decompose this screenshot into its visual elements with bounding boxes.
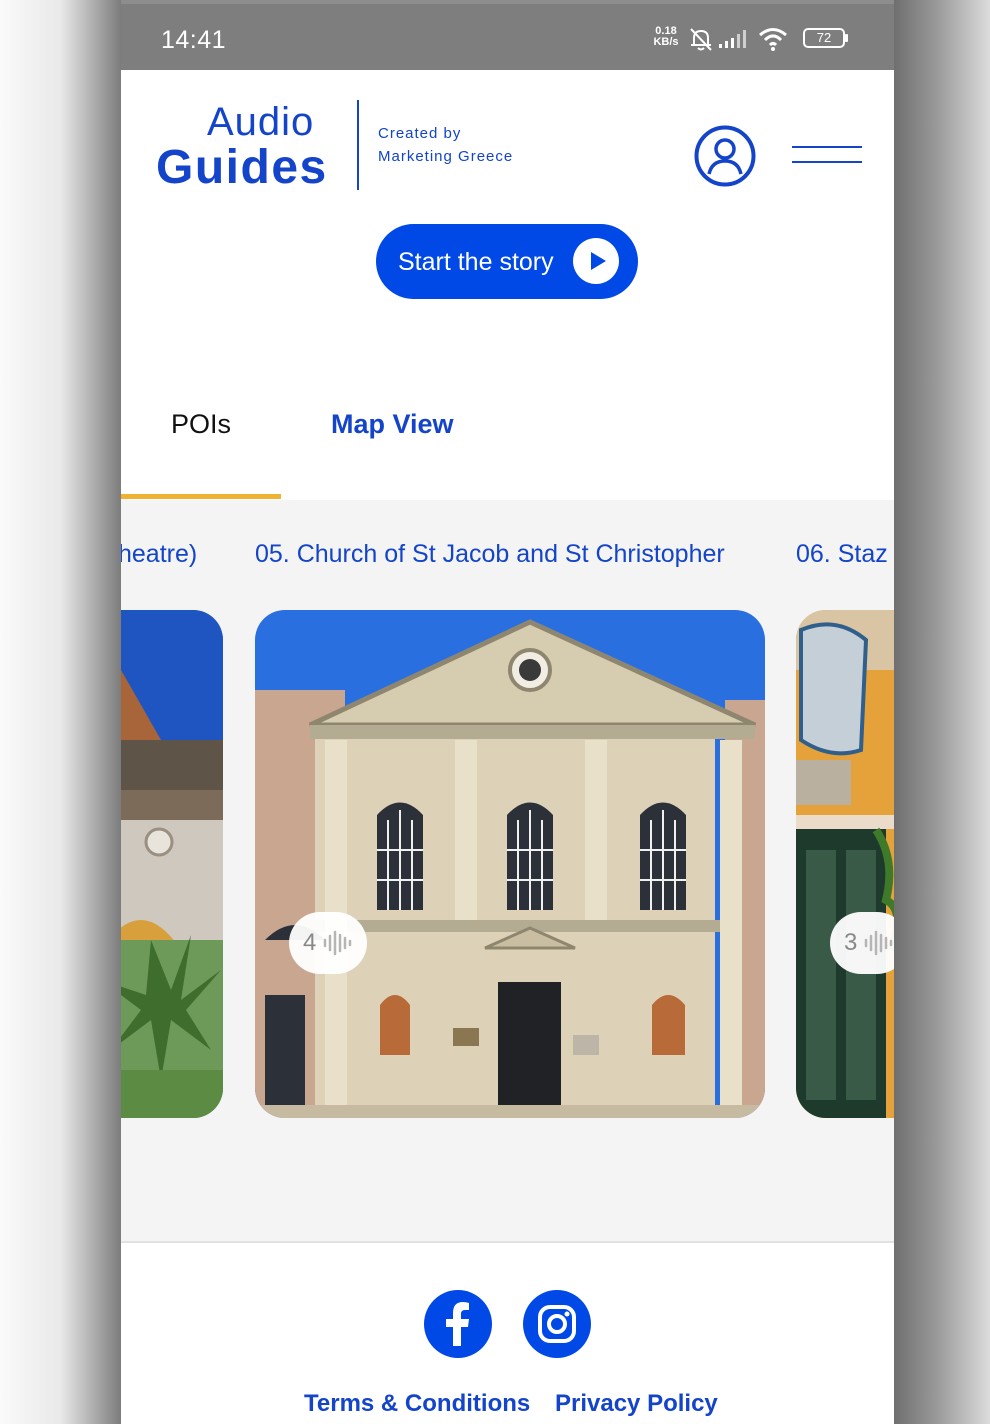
signal-icon xyxy=(719,30,746,48)
logo-guides: Guides xyxy=(156,141,328,194)
created-by-company: Marketing Greece xyxy=(378,148,514,165)
logo-divider xyxy=(357,100,359,190)
terms-link[interactable]: Terms & Conditions xyxy=(304,1390,530,1418)
network-speed: 0.18 KB/s xyxy=(649,26,683,48)
instagram-icon[interactable] xyxy=(523,1290,591,1358)
poi-carousel[interactable]: heatre) 05. Church of St Jacob and St Ch… xyxy=(121,500,894,1242)
tab-map-view[interactable]: Map View xyxy=(331,409,454,440)
church-facade-photo xyxy=(255,610,765,1118)
start-story-button[interactable]: Start the story xyxy=(376,224,638,299)
audio-count: 4 xyxy=(303,929,317,956)
facebook-icon[interactable] xyxy=(424,1290,492,1358)
audio-count-badge-next: 3 xyxy=(830,912,894,974)
play-icon xyxy=(573,238,619,284)
status-bar: 14:41 0.18 KB/s 72 xyxy=(121,4,894,70)
phone-screen: 14:41 0.18 KB/s 72 Audio Guides Created … xyxy=(121,4,894,1424)
network-speed-unit: KB/s xyxy=(653,36,679,48)
footer-divider xyxy=(121,1241,894,1243)
user-icon[interactable] xyxy=(694,125,756,187)
menu-icon[interactable] xyxy=(792,144,862,166)
battery-icon: 72 xyxy=(803,28,848,48)
poi-card-prev[interactable] xyxy=(121,610,223,1118)
wifi-icon xyxy=(759,28,787,51)
audio-wave-icon xyxy=(323,930,352,956)
logo-audio: Audio xyxy=(207,100,315,144)
poi-title-next[interactable]: 06. Staz xyxy=(796,540,888,569)
poi-title-current[interactable]: 05. Church of St Jacob and St Christophe… xyxy=(255,540,725,569)
backdrop-right xyxy=(894,0,990,1424)
bell-off-icon xyxy=(690,28,712,51)
start-story-label: Start the story xyxy=(398,248,554,276)
shopfront-photo xyxy=(796,610,894,1118)
audio-wave-icon xyxy=(864,930,893,956)
audio-count-next: 3 xyxy=(844,929,858,956)
poi-card-next[interactable] xyxy=(796,610,894,1118)
app-header: Audio Guides Created by Marketing Greece xyxy=(121,70,894,210)
created-by: Created by Marketing Greece xyxy=(378,122,513,168)
poi-title-prev[interactable]: heatre) xyxy=(121,540,197,569)
backdrop-left xyxy=(0,0,121,1424)
theatre-building-photo xyxy=(121,610,223,1118)
status-time: 14:41 xyxy=(161,26,227,54)
created-by-label: Created by xyxy=(378,125,462,142)
audio-count-badge: 4 xyxy=(289,912,367,974)
privacy-link[interactable]: Privacy Policy xyxy=(555,1390,718,1418)
tab-pois[interactable]: POIs xyxy=(171,409,231,440)
active-tab-indicator xyxy=(121,494,281,499)
poi-card-current[interactable] xyxy=(255,610,765,1118)
battery-level: 72 xyxy=(816,30,832,45)
